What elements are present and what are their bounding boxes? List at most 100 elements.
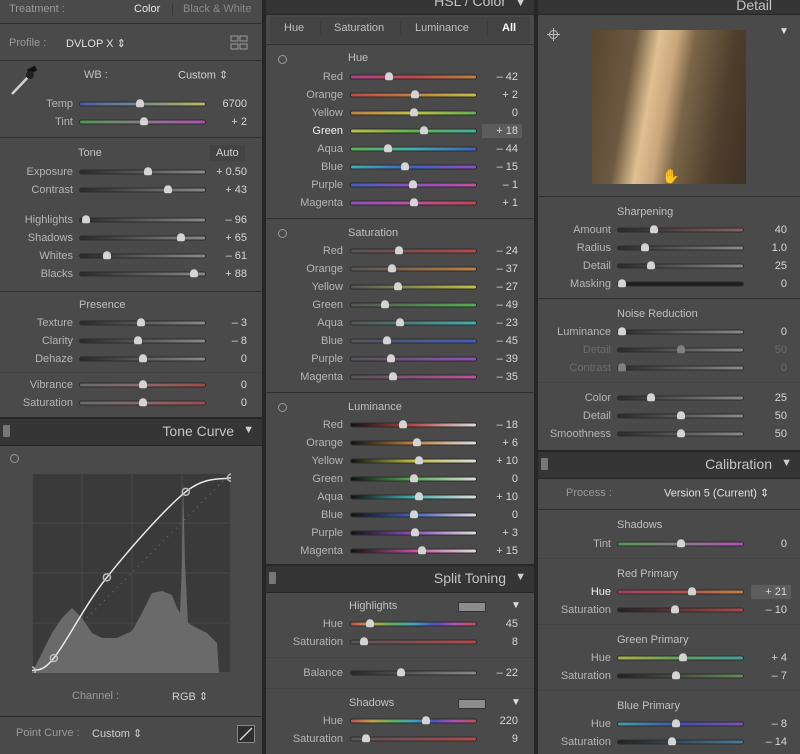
- slider-thumb[interactable]: [409, 108, 418, 117]
- slider-track[interactable]: [351, 267, 476, 271]
- slider-track[interactable]: [618, 722, 743, 726]
- slider-thumb[interactable]: [138, 380, 147, 389]
- slider-value[interactable]: + 10: [496, 455, 518, 467]
- slider-thumb[interactable]: [380, 300, 389, 309]
- slider-thumb[interactable]: [672, 671, 681, 680]
- slider-thumb[interactable]: [389, 372, 398, 381]
- slider-thumb[interactable]: [408, 180, 417, 189]
- slider-value[interactable]: – 44: [497, 143, 518, 155]
- slider-value[interactable]: – 23: [497, 317, 518, 329]
- slider-thumb[interactable]: [618, 279, 626, 288]
- slider-thumb[interactable]: [387, 264, 396, 273]
- slider-track[interactable]: [80, 236, 205, 240]
- slider-value[interactable]: 0: [512, 107, 518, 119]
- grid-icon[interactable]: [230, 35, 248, 51]
- slider-track[interactable]: [618, 608, 743, 612]
- tab-all[interactable]: All: [502, 22, 516, 34]
- slider-thumb[interactable]: [410, 90, 419, 99]
- slider-thumb[interactable]: [649, 225, 658, 234]
- slider-thumb[interactable]: [138, 398, 147, 407]
- slider-thumb[interactable]: [396, 318, 405, 327]
- slider-thumb[interactable]: [688, 587, 697, 596]
- slider-value[interactable]: – 15: [497, 161, 518, 173]
- slider-thumb[interactable]: [415, 492, 424, 501]
- slider-thumb[interactable]: [396, 668, 405, 677]
- slider-value[interactable]: – 1: [503, 179, 518, 191]
- slider-thumb[interactable]: [410, 198, 419, 207]
- slider-value[interactable]: – 96: [226, 214, 247, 226]
- slider-value[interactable]: – 7: [772, 670, 787, 682]
- slider-thumb[interactable]: [133, 336, 142, 345]
- slider-track[interactable]: [80, 339, 205, 343]
- slider-track[interactable]: [80, 254, 205, 258]
- slider-thumb[interactable]: [383, 144, 392, 153]
- slider-thumb[interactable]: [398, 420, 407, 429]
- slider-value[interactable]: 0: [781, 538, 787, 550]
- split-toning-header[interactable]: Split Toning ▼: [266, 566, 534, 592]
- highlights-color-swatch[interactable]: [458, 602, 486, 612]
- slider-track[interactable]: [351, 640, 476, 644]
- slider-value[interactable]: 0: [241, 397, 247, 409]
- slider-track[interactable]: [618, 590, 743, 594]
- collapse-triangle-icon[interactable]: ▼: [515, 571, 526, 583]
- slider-value[interactable]: – 18: [497, 419, 518, 431]
- tab-saturation[interactable]: Saturation: [334, 22, 384, 34]
- slider-thumb[interactable]: [136, 99, 145, 108]
- channel-dropdown[interactable]: RGB ⇕: [172, 690, 208, 703]
- slider-value[interactable]: 0: [781, 326, 787, 338]
- slider-value[interactable]: 0: [512, 473, 518, 485]
- slider-thumb[interactable]: [139, 117, 148, 126]
- slider-track[interactable]: [351, 303, 476, 307]
- slider-track[interactable]: [80, 272, 205, 276]
- detail-header[interactable]: Detail: [538, 0, 800, 14]
- slider-value[interactable]: 0: [781, 362, 787, 374]
- tab-hue[interactable]: Hue: [284, 22, 304, 34]
- slider-track[interactable]: [351, 339, 476, 343]
- slider-value[interactable]: 220: [500, 715, 518, 727]
- edit-point-curve-icon[interactable]: [237, 725, 255, 743]
- tone-curve-graph[interactable]: [32, 473, 231, 673]
- slider-value[interactable]: – 45: [497, 335, 518, 347]
- collapse-triangle-icon[interactable]: ▼: [781, 457, 792, 469]
- tone-curve-header[interactable]: Tone Curve ▼: [0, 419, 262, 445]
- eyedropper-icon[interactable]: [8, 64, 40, 98]
- slider-value[interactable]: – 61: [226, 250, 247, 262]
- slider-track[interactable]: [80, 218, 205, 222]
- triangle-down-icon[interactable]: ▼: [779, 26, 789, 37]
- shadows-color-swatch[interactable]: [458, 699, 486, 709]
- triangle-down-icon[interactable]: ▼: [511, 697, 521, 708]
- slider-value[interactable]: 9: [512, 733, 518, 745]
- slider-value[interactable]: – 27: [497, 281, 518, 293]
- auto-button[interactable]: Auto: [210, 145, 245, 161]
- slider-thumb[interactable]: [618, 327, 626, 336]
- slider-track[interactable]: [351, 375, 476, 379]
- target-adjust-icon[interactable]: [10, 454, 19, 463]
- slider-track[interactable]: [80, 170, 205, 174]
- slider-thumb[interactable]: [82, 215, 91, 224]
- slider-thumb[interactable]: [647, 393, 656, 402]
- slider-thumb[interactable]: [176, 233, 185, 242]
- profile-dropdown[interactable]: DVLOP X ⇕: [66, 37, 126, 50]
- slider-value[interactable]: 6700: [223, 98, 247, 110]
- slider-thumb[interactable]: [670, 605, 679, 614]
- slider-thumb[interactable]: [395, 246, 404, 255]
- slider-value[interactable]: 50: [775, 410, 787, 422]
- slider-thumb[interactable]: [409, 510, 418, 519]
- slider-track[interactable]: [618, 246, 743, 250]
- slider-value[interactable]: 25: [775, 260, 787, 272]
- slider-value[interactable]: 50: [775, 344, 787, 356]
- slider-thumb[interactable]: [418, 546, 427, 555]
- slider-track[interactable]: [351, 75, 476, 79]
- calibration-header[interactable]: Calibration ▼: [538, 452, 800, 478]
- slider-track[interactable]: [351, 165, 476, 169]
- slider-value[interactable]: – 49: [497, 299, 518, 311]
- slider-value[interactable]: + 10: [496, 491, 518, 503]
- collapse-triangle-icon[interactable]: ▼: [243, 424, 254, 436]
- treatment-color-button[interactable]: Color: [134, 3, 160, 15]
- slider-thumb[interactable]: [384, 72, 393, 81]
- slider-value[interactable]: + 88: [225, 268, 247, 280]
- slider-track[interactable]: [351, 357, 476, 361]
- slider-track[interactable]: [80, 188, 205, 192]
- slider-track[interactable]: [618, 396, 743, 400]
- slider-thumb[interactable]: [393, 282, 402, 291]
